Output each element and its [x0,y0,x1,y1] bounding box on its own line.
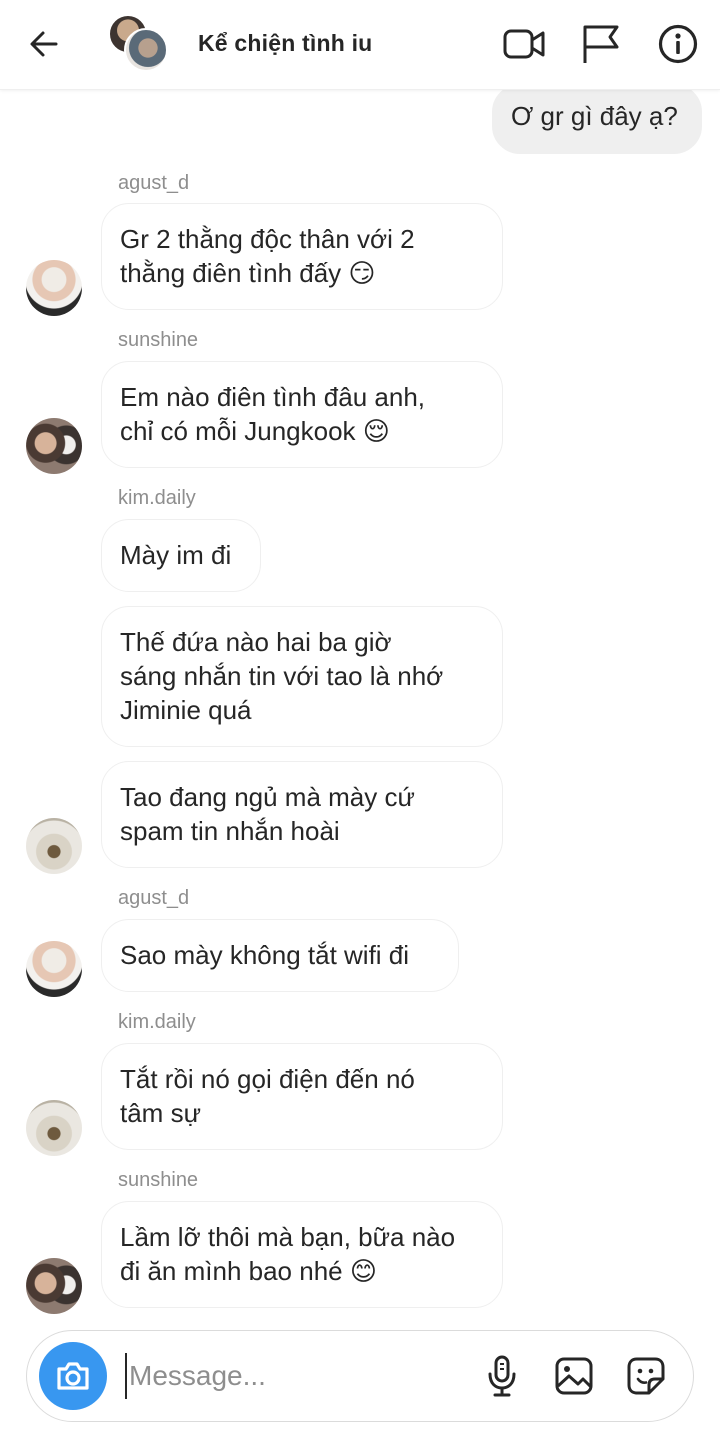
sender-avatar[interactable] [26,418,82,474]
message-composer [26,1330,694,1422]
sticker-icon [627,1357,665,1395]
flag-icon [583,25,619,63]
voice-message-button[interactable] [477,1351,527,1401]
microphone-icon [488,1355,516,1397]
sticker-button[interactable] [621,1351,671,1401]
message-list[interactable]: Ơ gr gì đây ạ? agust_d Gr 2 thằng độc th… [0,90,720,1315]
chat-title[interactable]: Kể chiện tình iu [198,30,372,57]
message-input[interactable] [125,1353,465,1399]
sender-username: agust_d [118,887,190,909]
back-arrow-icon [30,31,58,57]
message-bubble[interactable]: Gr 2 thằng độc thân với 2 thằng điên tìn… [101,203,503,310]
own-message-bubble[interactable]: Ơ gr gì đây ạ? [492,90,702,154]
group-avatar[interactable] [108,14,168,72]
sender-avatar[interactable] [26,1258,82,1314]
report-button[interactable] [576,20,624,68]
video-call-icon [503,29,545,59]
sender-username: kim.daily [118,1011,196,1033]
sender-avatar[interactable] [26,1100,82,1156]
sender-username: sunshine [118,1169,199,1191]
message-bubble[interactable]: Em nào điên tình đâu anh, chỉ có mỗi Jun… [101,361,503,468]
sender-username: sunshine [118,329,199,351]
camera-icon [57,1362,89,1390]
gallery-icon [555,1357,593,1395]
sender-avatar[interactable] [26,818,82,874]
message-bubble[interactable]: Thế đứa nào hai ba giờ sáng nhắn tin với… [101,606,503,747]
message-bubble[interactable]: Lầm lỡ thôi mà bạn, bữa nào đi ăn mình b… [101,1201,503,1308]
message-bubble[interactable]: Tắt rồi nó gọi điện đến nó tâm sự [101,1043,503,1150]
member-avatar [124,28,168,72]
camera-button[interactable] [39,1342,107,1410]
chat-header: Kể chiện tình iu [0,0,720,90]
sender-avatar[interactable] [26,260,82,316]
sender-username: agust_d [118,172,190,194]
info-button[interactable] [654,20,702,68]
info-icon [658,24,698,64]
message-bubble[interactable]: Sao mày không tắt wifi đi [101,919,459,992]
sender-username: kim.daily [118,487,196,509]
video-call-button[interactable] [500,20,548,68]
message-bubble[interactable]: Tao đang ngủ mà mày cứ spam tin nhắn hoà… [101,761,503,868]
message-bubble[interactable]: Mày im đi [101,519,261,592]
back-button[interactable] [22,22,66,66]
gallery-button[interactable] [549,1351,599,1401]
sender-avatar[interactable] [26,941,82,997]
